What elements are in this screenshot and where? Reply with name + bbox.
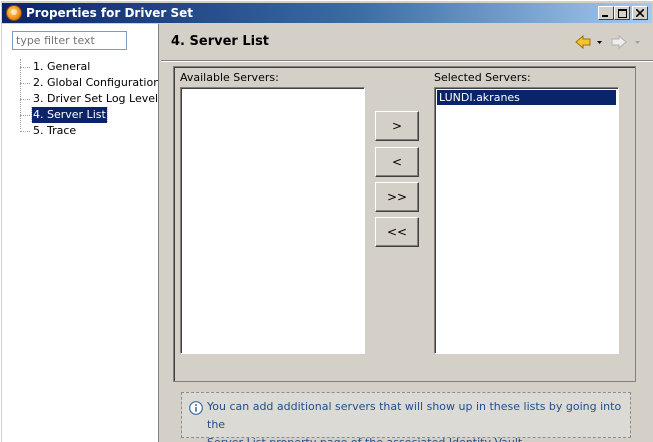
minimize-button[interactable] bbox=[598, 6, 614, 20]
title-bar[interactable]: Properties for Driver Set bbox=[2, 3, 652, 23]
minimize-icon bbox=[602, 15, 608, 17]
properties-dialog: Properties for Driver Set 1. General 2. … bbox=[0, 0, 653, 442]
add-all-servers-button[interactable]: >> bbox=[375, 182, 419, 212]
app-icon bbox=[6, 5, 22, 21]
tree-item-log-level[interactable]: 3. Driver Set Log Level bbox=[20, 91, 158, 107]
info-message-line: You can add additional servers that will… bbox=[207, 400, 622, 431]
remove-server-button[interactable]: < bbox=[375, 147, 419, 177]
forward-button[interactable] bbox=[611, 33, 643, 51]
maximize-button[interactable] bbox=[614, 6, 630, 20]
tree-item-label: 4. Server List bbox=[31, 107, 108, 123]
list-item[interactable]: LUNDI.akranes bbox=[437, 90, 616, 105]
forward-arrow-icon bbox=[611, 34, 640, 50]
close-button[interactable] bbox=[632, 6, 648, 20]
tree-item-trace[interactable]: 5. Trace bbox=[20, 123, 158, 139]
back-button[interactable] bbox=[575, 33, 603, 51]
navigation-pane: 1. General 2. Global Configuration Va 3.… bbox=[2, 24, 158, 442]
info-message: You can add additional servers that will… bbox=[207, 398, 627, 442]
info-icon bbox=[189, 401, 203, 415]
close-icon bbox=[636, 9, 644, 17]
selected-servers-list[interactable]: LUNDI.akranes bbox=[434, 87, 619, 354]
page-tree: 1. General 2. Global Configuration Va 3.… bbox=[20, 59, 158, 139]
window-title: Properties for Driver Set bbox=[26, 6, 194, 20]
info-message-line: Server List property page of the associa… bbox=[207, 434, 627, 442]
tree-item-label: 1. General bbox=[33, 60, 91, 73]
available-servers-list[interactable] bbox=[180, 87, 365, 354]
page-header: 4. Server List bbox=[161, 24, 653, 60]
tree-item-label: 3. Driver Set Log Level bbox=[33, 92, 158, 105]
tree-item-global-configuration[interactable]: 2. Global Configuration Va bbox=[20, 75, 158, 91]
tree-item-server-list[interactable]: 4. Server List bbox=[20, 107, 158, 123]
add-server-button[interactable]: > bbox=[375, 111, 419, 141]
info-box: You can add additional servers that will… bbox=[181, 392, 631, 442]
maximize-icon bbox=[617, 8, 627, 18]
server-list-panel: Available Servers: Selected Servers: > <… bbox=[173, 66, 636, 382]
header-separator bbox=[161, 60, 653, 62]
remove-all-servers-button[interactable]: << bbox=[375, 217, 419, 247]
page-title: 4. Server List bbox=[171, 34, 270, 49]
selected-servers-label: Selected Servers: bbox=[434, 71, 531, 84]
page-pane: 4. Server List Available Servers: Select… bbox=[161, 24, 653, 442]
tree-item-label: 2. Global Configuration Va bbox=[33, 76, 158, 89]
available-servers-label: Available Servers: bbox=[180, 71, 279, 84]
back-arrow-icon bbox=[575, 34, 602, 50]
tree-item-label: 5. Trace bbox=[33, 124, 77, 137]
tree-item-general[interactable]: 1. General bbox=[20, 59, 158, 75]
filter-input[interactable] bbox=[12, 31, 127, 50]
